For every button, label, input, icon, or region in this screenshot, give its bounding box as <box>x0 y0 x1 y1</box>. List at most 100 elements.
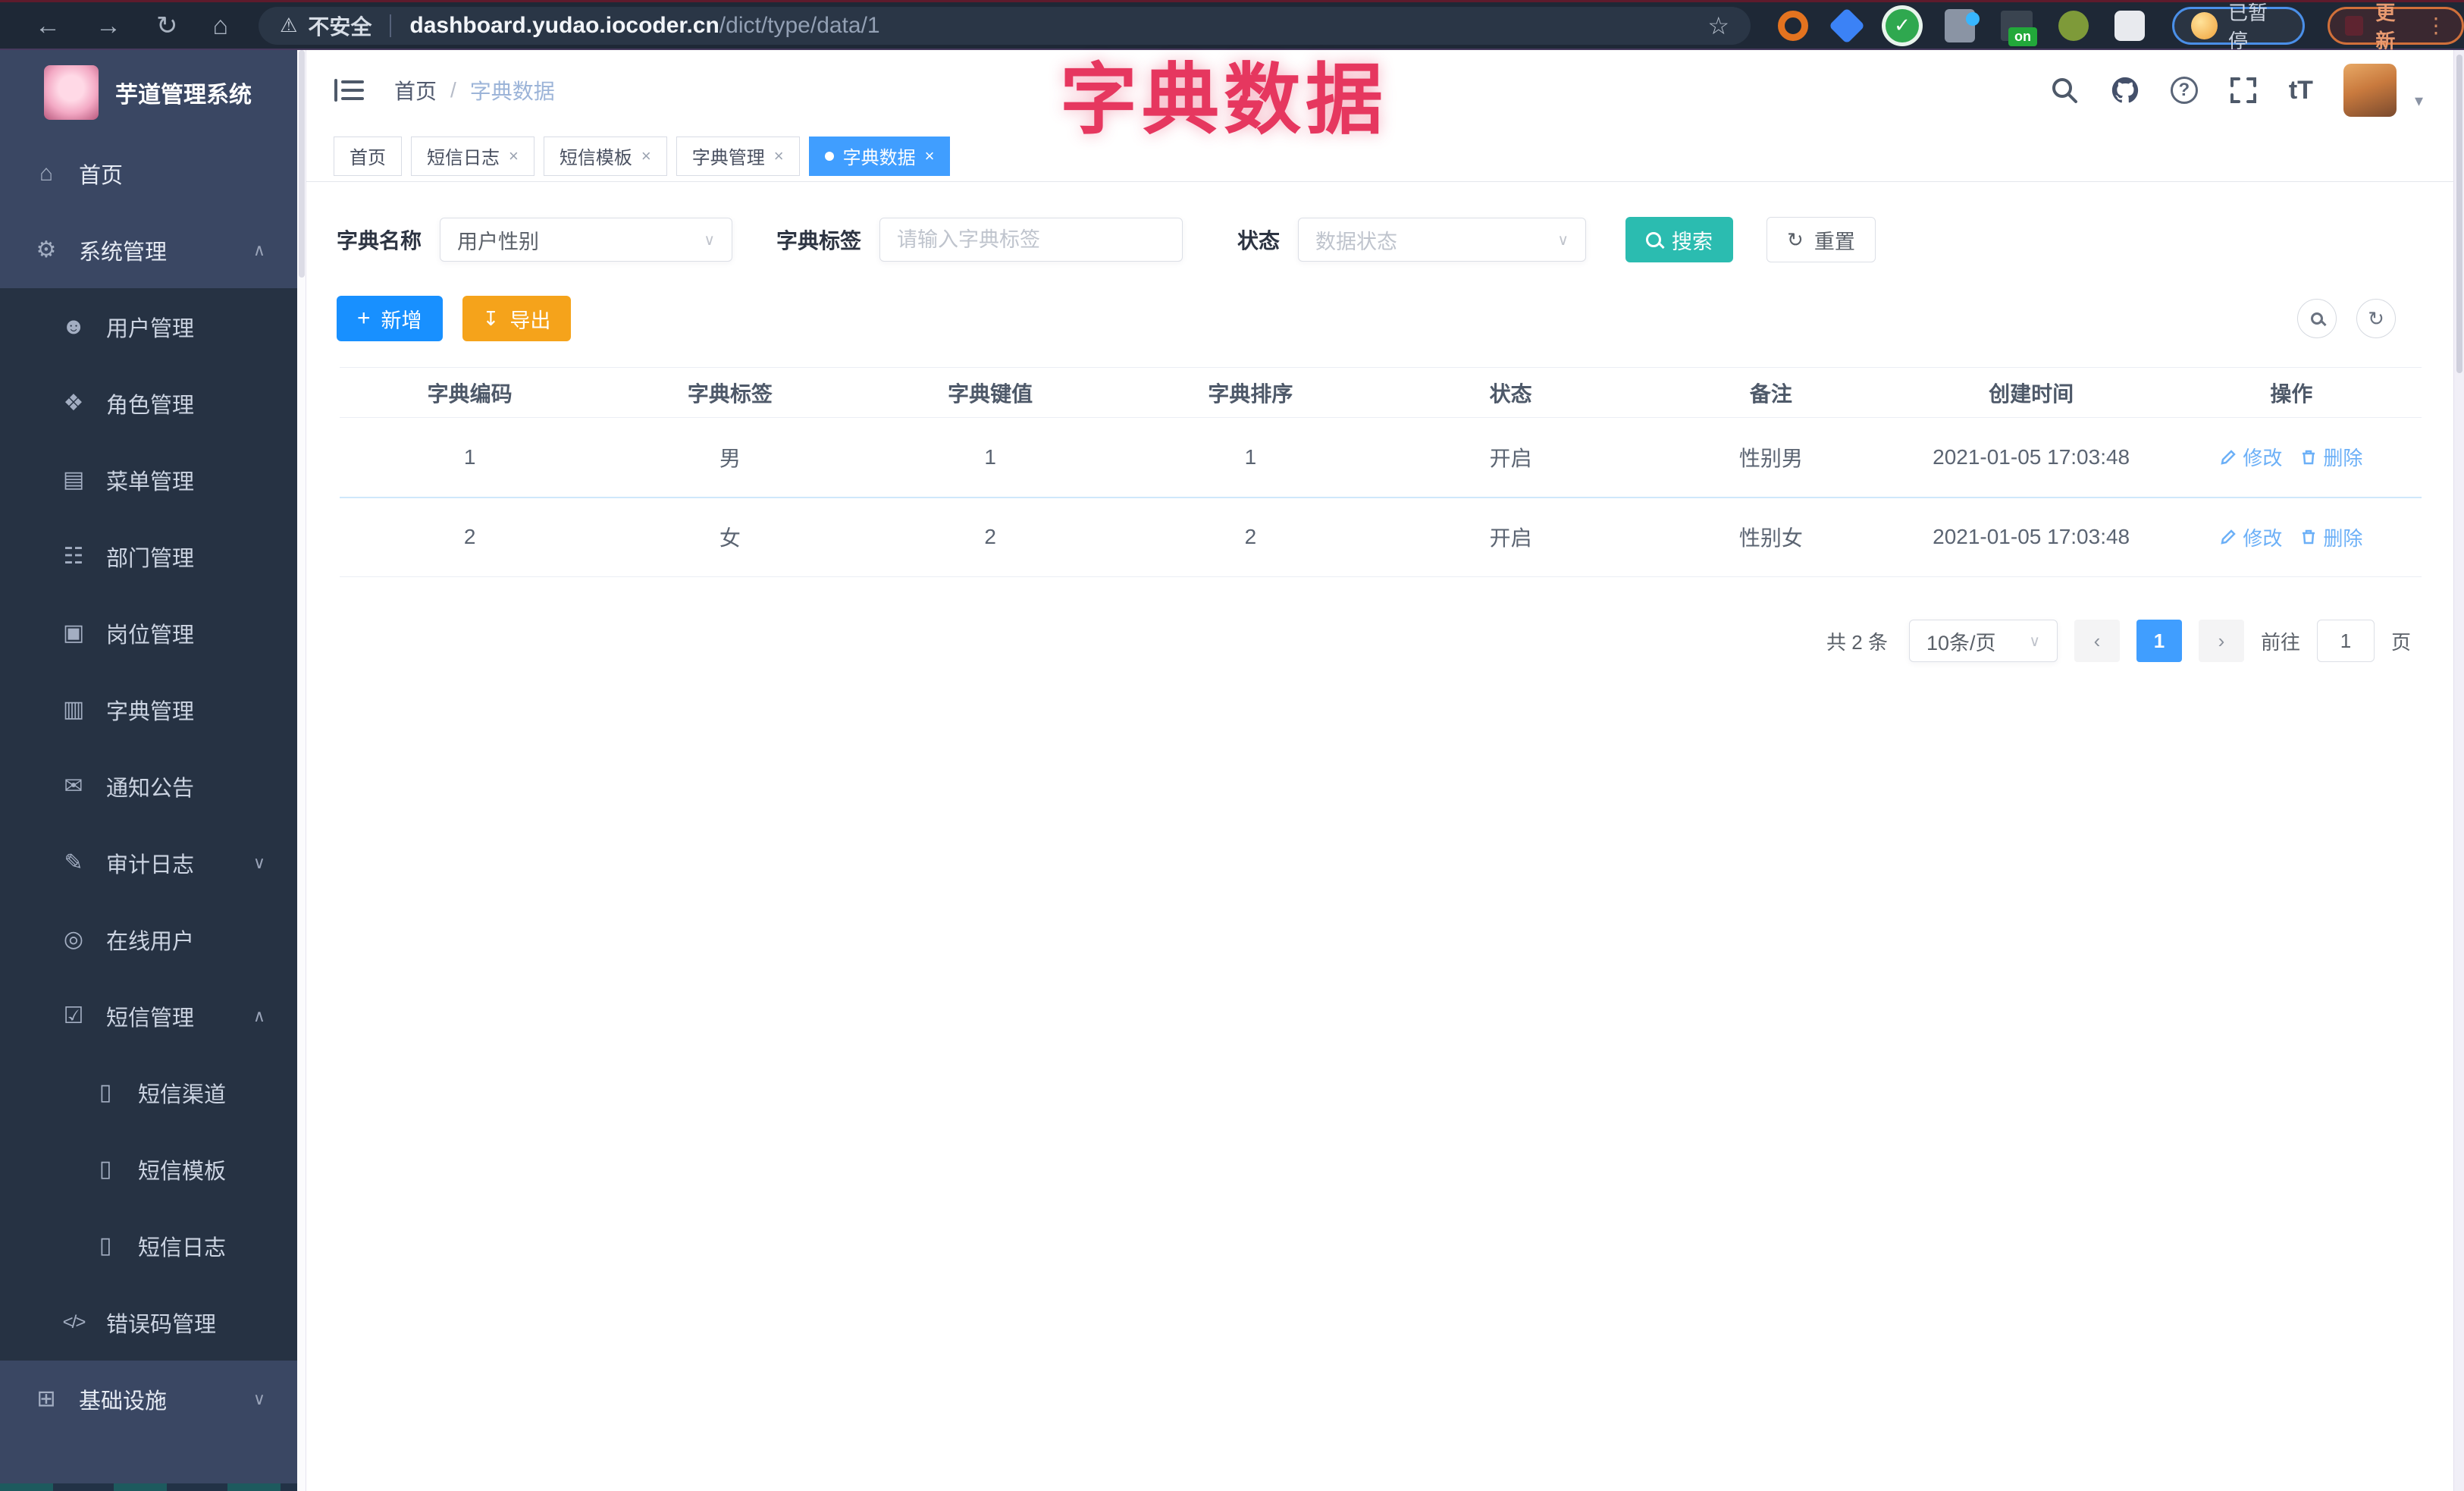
warning-icon: ⚠ <box>280 14 298 36</box>
sidebar-item-online-users[interactable]: ◎ 在线用户 <box>0 901 297 978</box>
sidebar-item-infrastructure[interactable]: ⊞ 基础设施 ∨ <box>0 1361 297 1437</box>
dict-name-select[interactable]: 用户性别 ∨ <box>440 218 733 262</box>
breadcrumb-current: 字典数据 <box>469 80 555 103</box>
cell-actions: 修改 删除 <box>2161 417 2422 498</box>
sidebar-item-notices[interactable]: ✉ 通知公告 <box>0 748 297 824</box>
font-size-icon[interactable]: tT <box>2289 76 2313 105</box>
cell-label: 女 <box>600 497 861 577</box>
status-select[interactable]: 数据状态 ∨ <box>1298 218 1587 262</box>
cell-value: 1 <box>860 417 1121 498</box>
export-button[interactable]: ↧ 导出 <box>462 296 572 341</box>
sidebar-item-label: 岗位管理 <box>106 623 195 648</box>
tab-label: 短信模板 <box>559 148 632 168</box>
next-page-button[interactable]: › <box>2198 620 2244 662</box>
gear-icon: ⚙ <box>36 237 57 262</box>
close-icon[interactable]: × <box>509 146 519 166</box>
caret-down-icon[interactable]: ▾ <box>2415 91 2423 111</box>
page-1-button[interactable]: 1 <box>2136 620 2182 662</box>
cell-status: 开启 <box>1381 417 1641 498</box>
close-icon[interactable]: × <box>774 146 784 166</box>
sidebar-scroll-thumb[interactable] <box>299 50 305 278</box>
url-text[interactable]: dashboard.yudao.iocoder.cn/dict/type/dat… <box>409 13 879 39</box>
page-scrollbar[interactable] <box>2453 50 2464 1491</box>
extension-bars-icon[interactable] <box>1945 8 1980 42</box>
reload-icon[interactable]: ↻ <box>156 13 178 39</box>
sidebar-item-sms[interactable]: ☑ 短信管理 ∧ <box>0 978 297 1054</box>
extension-on-icon[interactable]: on <box>2001 10 2038 46</box>
search-icon <box>2311 312 2323 325</box>
cell-sort: 1 <box>1120 417 1381 498</box>
sidebar-item-posts[interactable]: ▣ 岗位管理 <box>0 595 297 671</box>
edit-link[interactable]: 修改 <box>2220 523 2282 551</box>
sidebar-item-system[interactable]: ⚙ 系统管理 ∧ <box>0 212 297 288</box>
sidebar-item-dictionary[interactable]: ▥ 字典管理 <box>0 671 297 748</box>
search-button[interactable]: 搜索 <box>1625 217 1734 262</box>
prev-page-button[interactable]: ‹ <box>2074 620 2120 662</box>
avatar[interactable] <box>2343 64 2397 117</box>
dict-tag-input[interactable] <box>879 218 1183 262</box>
reset-button-label: 重置 <box>1814 230 1855 253</box>
sidebar-item-sms-channel[interactable]: ▯ 短信渠道 <box>0 1054 297 1131</box>
extension-gem-icon[interactable] <box>1828 7 1866 44</box>
help-icon[interactable]: ? <box>2170 77 2198 104</box>
back-icon[interactable]: ← <box>35 13 61 39</box>
reset-button[interactable]: ↻ 重置 <box>1766 217 1876 262</box>
toggle-search-button[interactable] <box>2297 299 2337 338</box>
bookmark-star-icon[interactable]: ☆ <box>1707 11 1729 40</box>
browser-menu-dots-icon[interactable]: ⋮ <box>2425 13 2447 38</box>
address-bar[interactable]: ⚠ 不安全 dashboard.yudao.iocoder.cn/dict/ty… <box>259 6 1751 45</box>
forward-icon[interactable]: → <box>96 13 121 39</box>
sidebar-item-users[interactable]: ☻ 用户管理 <box>0 288 297 365</box>
mobile-icon: ▯ <box>99 1157 112 1182</box>
sidebar-item-home[interactable]: ⌂ 首页 <box>0 135 297 212</box>
delete-link[interactable]: 删除 <box>2300 523 2362 551</box>
tab-sms-log[interactable]: 短信日志 × <box>411 136 534 176</box>
menu-list-icon: ▤ <box>62 467 85 492</box>
sidebar-item-sms-log[interactable]: ▯ 短信日志 <box>0 1207 297 1284</box>
refresh-button[interactable]: ↻ <box>2356 299 2396 338</box>
tab-dict-manage[interactable]: 字典管理 × <box>676 136 800 176</box>
close-icon[interactable]: × <box>641 146 651 166</box>
cell-created: 2021-01-05 17:03:48 <box>1901 497 2161 577</box>
close-icon[interactable]: × <box>925 146 935 166</box>
chevron-down-icon: ∨ <box>1557 231 1569 249</box>
github-icon[interactable] <box>2110 75 2140 105</box>
goto-page-input[interactable] <box>2316 620 2375 662</box>
sidebar-item-roles[interactable]: ❖ 角色管理 <box>0 365 297 441</box>
extension-donut-icon[interactable] <box>1778 10 1809 41</box>
page-size-select[interactable]: 10条/页 ∨ <box>1908 620 2058 662</box>
tab-dict-data[interactable]: 字典数据 × <box>808 136 951 176</box>
extension-check-icon[interactable]: ✓ <box>1886 8 1920 42</box>
tab-sms-template[interactable]: 短信模板 × <box>543 136 667 176</box>
add-button[interactable]: + 新增 <box>337 296 443 341</box>
browser-update-button[interactable]: 更新 ⋮ <box>2327 2 2464 52</box>
fullscreen-icon[interactable] <box>2228 75 2259 105</box>
home-icon[interactable]: ⌂ <box>213 13 229 39</box>
sidebar-item-menus[interactable]: ▤ 菜单管理 <box>0 441 297 518</box>
pagination: 共 2 条 10条/页 ∨ ‹ 1 › 前往 页 <box>306 620 2411 662</box>
extensions-puzzle-icon[interactable] <box>2114 10 2146 41</box>
breadcrumb-home[interactable]: 首页 <box>394 75 437 105</box>
chevron-up-icon: ∧ <box>252 1006 265 1025</box>
hamburger-icon[interactable] <box>334 77 364 103</box>
dictionary-icon: ▥ <box>62 697 85 722</box>
app-logo-row[interactable]: 芋道管理系统 <box>0 50 297 135</box>
update-label: 更新 <box>2375 1 2396 52</box>
page-scroll-thumb[interactable] <box>2456 55 2462 373</box>
sidebar-item-audit-log[interactable]: ✎ 审计日志 ∨ <box>0 824 297 901</box>
sidebar-scrollbar[interactable] <box>297 50 306 1491</box>
extension-flower-icon[interactable] <box>2058 10 2089 41</box>
security-label[interactable]: 不安全 <box>308 11 371 41</box>
table-mini-tools: ↻ <box>2297 299 2396 338</box>
search-icon[interactable] <box>2049 75 2080 105</box>
sidebar-item-error-codes[interactable]: </> 错误码管理 <box>0 1284 297 1361</box>
delete-link[interactable]: 删除 <box>2300 443 2362 471</box>
cell-actions: 修改 删除 <box>2161 497 2422 577</box>
edit-link[interactable]: 修改 <box>2220 443 2282 471</box>
sidebar-item-departments[interactable]: ☷ 部门管理 <box>0 518 297 595</box>
sidebar-item-sms-template[interactable]: ▯ 短信模板 <box>0 1131 297 1207</box>
chevron-down-icon: ∨ <box>704 231 716 249</box>
monitor-icon: ⊞ <box>36 1386 56 1411</box>
browser-profile-chip[interactable]: 已暂停 <box>2172 2 2305 52</box>
tab-home[interactable]: 首页 <box>334 136 402 176</box>
